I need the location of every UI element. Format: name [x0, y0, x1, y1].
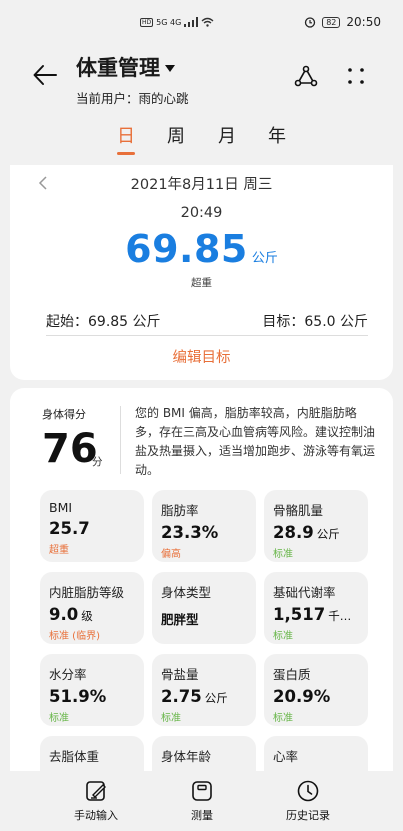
metric-value: 25.7 — [49, 519, 90, 538]
tab-day[interactable]: 日 — [111, 122, 141, 148]
metric-label: BMI — [49, 500, 73, 515]
tab-year[interactable]: 年 — [262, 122, 292, 148]
tab-month[interactable]: 月 — [212, 122, 242, 148]
history-button[interactable]: 历史记录 — [268, 779, 348, 823]
sim-icon: HD — [140, 17, 154, 27]
metric-label: 身体类型 — [161, 585, 212, 600]
score-unit: 分 — [92, 456, 103, 468]
body-composition-card: 身体得分 76 分 您的 BMI 偏高，脂肪率较高，内脏脂肪略多，存在三高及心血… — [10, 388, 393, 783]
tab-week[interactable]: 周 — [161, 122, 191, 148]
metric-status: 标准 — [273, 549, 293, 560]
period-tabs: 日 周 月 年 — [0, 118, 403, 158]
nav-label: 历史记录 — [286, 809, 330, 822]
weight-unit: 公斤 — [251, 251, 278, 266]
metric-label: 骨盐量 — [161, 667, 199, 682]
metric-label: 身体年龄 — [161, 749, 212, 764]
metric-status: 标准 — [161, 713, 181, 724]
divider — [120, 406, 121, 474]
metric-value: 23.3% — [161, 523, 219, 542]
clock-time: 20:50 — [346, 15, 381, 29]
metric-tile-body-type[interactable]: 身体类型 肥胖型 — [152, 572, 256, 644]
metric-tile-skeletal-muscle[interactable]: 骨骼肌量 28.9 公斤 标准 — [264, 490, 368, 562]
weight-value: 69.85 — [125, 227, 248, 271]
metric-status: 标准 (临界) — [49, 631, 100, 642]
metric-value: 9.0 级 — [49, 605, 93, 624]
metric-tile-body-fat[interactable]: 脂肪率 23.3% 偏高 — [152, 490, 256, 562]
chevron-down-icon — [165, 64, 175, 72]
page-title: 体重管理 — [76, 56, 160, 80]
wifi-icon — [201, 17, 214, 27]
record-time: 20:49 — [180, 205, 223, 221]
network-label: 5G 4G — [156, 17, 182, 27]
metric-status: 标准 — [273, 713, 293, 724]
metric-tile-bmr[interactable]: 基础代谢率 1,517 千… 标准 — [264, 572, 368, 644]
metric-tile-water[interactable]: 水分率 51.9% 标准 — [40, 654, 144, 726]
scale-icon — [192, 781, 212, 801]
back-arrow-icon[interactable] — [32, 62, 58, 88]
metric-value: 肥胖型 — [161, 612, 199, 627]
score-label: 身体得分 — [42, 408, 86, 421]
metric-label: 去脂体重 — [49, 749, 100, 764]
record-date: 2021年8月11日 周三 — [130, 177, 273, 193]
edit-goal-button[interactable]: 编辑目标 — [10, 346, 393, 367]
metric-tile-bmi[interactable]: BMI 25.7 超重 — [40, 490, 144, 562]
health-advice: 您的 BMI 偏高，脂肪率较高，内脏脂肪略多，存在三高及心血管病等风险。建议控制… — [135, 406, 376, 477]
weight-range: 起始：69.85 公斤 目标：65.0 公斤 — [46, 311, 368, 331]
signal-icon — [184, 17, 199, 27]
metric-label: 骨骼肌量 — [273, 503, 324, 518]
title-block[interactable]: 体重管理 当前用户：雨的心跳 — [76, 52, 189, 107]
weight-summary-card: 2021年8月11日 周三 20:49 69.85 公斤 超重 起始：69.85 … — [10, 165, 393, 380]
edit-icon — [86, 781, 106, 801]
metric-label: 脂肪率 — [161, 503, 199, 518]
metric-label: 心率 — [273, 749, 299, 764]
metric-status: 标准 — [273, 631, 293, 642]
metric-value: 20.9% — [273, 687, 331, 706]
divider — [46, 335, 368, 336]
status-network: HD 5G 4G — [140, 17, 214, 27]
share-icon[interactable] — [294, 64, 318, 88]
metric-tile-protein[interactable]: 蛋白质 20.9% 标准 — [264, 654, 368, 726]
metric-tile-bone-mineral[interactable]: 骨盐量 2.75 公斤 标准 — [152, 654, 256, 726]
status-bar: HD 5G 4G 82 20:50 — [0, 0, 403, 44]
weight-display: 69.85 公斤 — [10, 227, 393, 271]
metric-label: 蛋白质 — [273, 667, 311, 682]
metric-label: 内脏脂肪等级 — [49, 585, 125, 600]
score-value: 76 — [42, 426, 98, 472]
metric-tile-visceral-fat[interactable]: 内脏脂肪等级 9.0 级 标准 (临界) — [40, 572, 144, 644]
tab-indicator — [117, 152, 135, 155]
start-weight: 起始：69.85 公斤 — [46, 314, 161, 330]
weight-status: 超重 — [191, 277, 212, 289]
alarm-icon — [305, 17, 316, 28]
clock-icon — [297, 780, 319, 802]
metric-value: 28.9 公斤 — [273, 523, 340, 542]
app-header: 体重管理 当前用户：雨的心跳 — [0, 44, 403, 106]
metric-status: 偏高 — [161, 549, 181, 560]
metric-value: 1,517 千… — [273, 605, 352, 624]
metric-value: 2.75 公斤 — [161, 687, 228, 706]
manual-input-button[interactable]: 手动输入 — [56, 779, 136, 823]
metric-status: 标准 — [49, 713, 69, 724]
current-user-label: 当前用户：雨的心跳 — [76, 91, 189, 106]
metric-value: 51.9% — [49, 687, 107, 706]
metric-status: 超重 — [49, 545, 69, 556]
more-icon[interactable] — [344, 64, 368, 88]
battery-icon: 82 — [322, 16, 341, 28]
metric-label: 水分率 — [49, 667, 87, 682]
bottom-nav: 手动输入 测量 历史记录 — [0, 771, 403, 831]
metric-label: 基础代谢率 — [273, 585, 336, 600]
goal-weight: 目标：65.0 公斤 — [262, 314, 368, 330]
measure-button[interactable]: 测量 — [162, 779, 242, 823]
nav-label: 手动输入 — [74, 809, 118, 822]
nav-label: 测量 — [191, 809, 213, 822]
